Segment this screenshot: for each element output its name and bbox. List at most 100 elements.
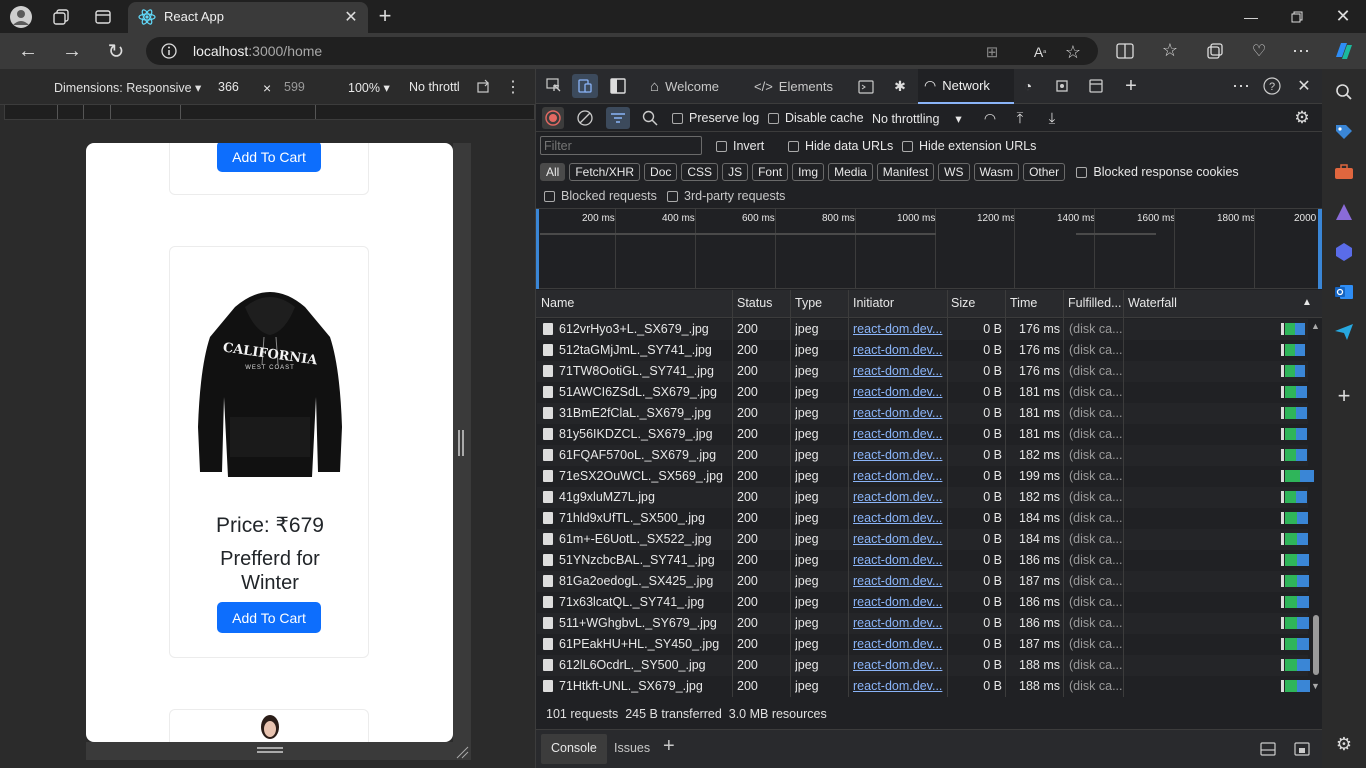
network-overview[interactable]: 200 ms 400 ms 600 ms 800 ms 1000 ms 1200… <box>536 208 1323 289</box>
record-stop-icon[interactable] <box>542 107 564 129</box>
table-row[interactable]: 31BmE2fClaL._SX679_.jpg 200 jpeg react-dom.… <box>537 403 1308 424</box>
filter-media[interactable]: Media <box>828 163 873 181</box>
network-settings-gear-icon[interactable]: ⚙ <box>1292 108 1312 128</box>
back-icon[interactable]: ← <box>16 39 40 63</box>
drawer-add-icon[interactable]: + <box>663 735 675 758</box>
site-info-icon[interactable] <box>160 42 178 60</box>
console-tab-icon[interactable] <box>856 77 876 97</box>
memory-chip-icon[interactable] <box>1052 76 1072 96</box>
blocked-requests-checkbox[interactable]: Blocked requests <box>544 189 657 203</box>
table-row[interactable]: 511+WGhgbvL._SY679_.jpg 200 jpeg react-dom.… <box>537 613 1309 634</box>
add-to-cart-button[interactable]: Add To Cart <box>217 602 321 633</box>
filter-manifest[interactable]: Manifest <box>876 163 935 181</box>
filter-input[interactable] <box>540 136 702 155</box>
sidebar-tools-icon[interactable] <box>1332 161 1356 183</box>
import-har-icon[interactable]: ⤒ <box>1010 108 1030 128</box>
request-initiator-link[interactable]: react-dom.dev... <box>853 574 945 588</box>
request-initiator-link[interactable]: react-dom.dev... <box>853 679 945 693</box>
settings-more-icon[interactable]: ⋯ <box>1290 40 1312 62</box>
restore-icon[interactable] <box>1286 6 1308 28</box>
hide-extension-urls-checkbox[interactable]: Hide extension URLs <box>902 139 1036 153</box>
clear-icon[interactable] <box>575 108 595 128</box>
dock-side-icon[interactable] <box>608 76 628 96</box>
request-initiator-link[interactable]: react-dom.dev... <box>853 553 945 567</box>
blocked-cookies-checkbox[interactable]: Blocked response cookies <box>1076 165 1239 179</box>
table-row[interactable]: 61PEakHU+HL._SY450_.jpg 200 jpeg react-dom.… <box>537 634 1310 655</box>
zoom-select[interactable]: 100% ▾ <box>348 80 390 95</box>
filter-fetch-xhr[interactable]: Fetch/XHR <box>569 163 641 181</box>
filter-all[interactable]: All <box>540 163 566 181</box>
table-row[interactable]: 71Htkft-UNL._SX679_.jpg 200 jpeg react-dom.… <box>537 676 1310 697</box>
request-initiator-link[interactable]: react-dom.dev... <box>853 616 945 630</box>
workspaces-icon[interactable] <box>50 6 72 28</box>
close-devtools-icon[interactable]: ✕ <box>1294 76 1314 96</box>
performance-heart-icon[interactable]: ♡ <box>1248 40 1270 62</box>
inspect-element-icon[interactable] <box>544 76 564 96</box>
sidebar-games-icon[interactable] <box>1332 201 1356 223</box>
table-row[interactable]: 612lL6OcdrL._SY500_.jpg 200 jpeg react-dom.… <box>537 655 1310 676</box>
request-initiator-link[interactable]: react-dom.dev... <box>853 658 945 672</box>
table-row[interactable]: 71x63lcatQL._SY741_.jpg 200 jpeg react-dom.… <box>537 592 1309 613</box>
filter-other[interactable]: Other <box>1023 163 1066 181</box>
close-window-icon[interactable]: ✕ <box>1332 5 1354 27</box>
table-row[interactable]: 61m+-E6UotL._SX522_.jpg 200 jpeg react-dom.… <box>537 529 1309 550</box>
copilot-icon[interactable] <box>1330 38 1356 64</box>
col-size[interactable]: Size <box>951 296 975 310</box>
sidebar-shopping-icon[interactable] <box>1332 121 1356 143</box>
tab-actions-icon[interactable] <box>92 6 114 28</box>
sources-bug-icon[interactable]: ✱ <box>890 76 910 96</box>
table-scrollbar[interactable]: ▲ ▼ <box>1309 319 1322 697</box>
table-row[interactable]: 81y56IKDZCL._SX679_.jpg 200 jpeg react-dom.… <box>537 424 1308 445</box>
device-emulation-icon[interactable] <box>572 74 598 98</box>
filter-doc[interactable]: Doc <box>644 163 678 181</box>
col-type[interactable]: Type <box>795 296 822 310</box>
sidebar-copilot-icon[interactable] <box>1332 241 1356 263</box>
close-tab-icon[interactable]: ✕ <box>342 8 360 26</box>
tab-network[interactable]: ◠ Network <box>918 69 1014 104</box>
request-initiator-link[interactable]: react-dom.dev... <box>853 637 945 651</box>
col-time[interactable]: Time <box>1010 296 1037 310</box>
height-input[interactable]: 599 <box>284 80 305 94</box>
drawer-undock-icon[interactable] <box>1292 739 1312 759</box>
table-row[interactable]: 612vrHyo3+L._SX679_.jpg 200 jpeg react-dom.… <box>537 319 1308 340</box>
col-name[interactable]: Name <box>541 296 574 310</box>
table-row[interactable]: 71eSX2OuWCL._SX569_.jpg 200 jpeg react-dom.… <box>537 466 1315 487</box>
resize-corner-icon[interactable] <box>455 745 469 759</box>
split-screen-icon[interactable] <box>1114 40 1136 62</box>
request-initiator-link[interactable]: react-dom.dev... <box>853 343 945 357</box>
request-initiator-link[interactable]: react-dom.dev... <box>853 511 945 525</box>
tab-elements[interactable]: </> Elements <box>754 69 833 104</box>
request-initiator-link[interactable]: react-dom.dev... <box>853 322 945 336</box>
help-icon[interactable]: ? <box>1262 76 1282 96</box>
address-field[interactable]: localhost:3000/home ⊞ Aᵃ ☆ <box>146 37 1098 65</box>
more-tools-plus-icon[interactable]: + <box>1120 75 1142 97</box>
filter-js[interactable]: JS <box>722 163 749 181</box>
forward-icon[interactable]: → <box>60 39 84 63</box>
tab-welcome[interactable]: ⌂ Welcome <box>650 69 719 104</box>
col-initiator[interactable]: Initiator <box>853 296 894 310</box>
table-row[interactable]: 512taGMjJmL._SY741_.jpg 200 jpeg react-dom.… <box>537 340 1308 361</box>
table-row[interactable]: 51AWCI6ZSdL._SX679_.jpg 200 jpeg react-dom.… <box>537 382 1308 403</box>
request-initiator-link[interactable]: react-dom.dev... <box>853 427 945 441</box>
new-tab-icon[interactable]: + <box>374 3 396 28</box>
table-row[interactable]: 51YNzcbcBAL._SY741_.jpg 200 jpeg react-dom.… <box>537 550 1309 571</box>
collections-icon[interactable] <box>1204 40 1226 62</box>
export-har-icon[interactable]: ⤓ <box>1042 108 1062 128</box>
resize-handle-bottom[interactable] <box>257 747 283 753</box>
favorite-star-icon[interactable]: ☆ <box>1062 41 1084 63</box>
sidebar-settings-icon[interactable]: ⚙ <box>1332 733 1356 755</box>
sidebar-search-icon[interactable] <box>1332 81 1356 103</box>
device-more-icon[interactable]: ⋮ <box>504 78 522 96</box>
drawer-tab-console[interactable]: Console <box>541 734 607 764</box>
throttling-select[interactable]: No throttling ▾ <box>872 111 962 126</box>
request-initiator-link[interactable]: react-dom.dev... <box>853 490 945 504</box>
sort-asc-icon[interactable]: ▲ <box>1302 297 1312 308</box>
browser-tab[interactable]: React App ✕ <box>128 2 368 33</box>
read-aloud-icon[interactable]: Aᵃ <box>1030 42 1050 62</box>
hide-data-urls-checkbox[interactable]: Hide data URLs <box>788 139 893 153</box>
rotate-icon[interactable] <box>474 78 492 96</box>
scrollbar-thumb[interactable] <box>1313 615 1319 675</box>
request-initiator-link[interactable]: react-dom.dev... <box>853 448 945 462</box>
resize-handle-right[interactable] <box>458 430 464 456</box>
table-row[interactable]: 81Ga2oedogL._SX425_.jpg 200 jpeg react-dom.… <box>537 571 1310 592</box>
